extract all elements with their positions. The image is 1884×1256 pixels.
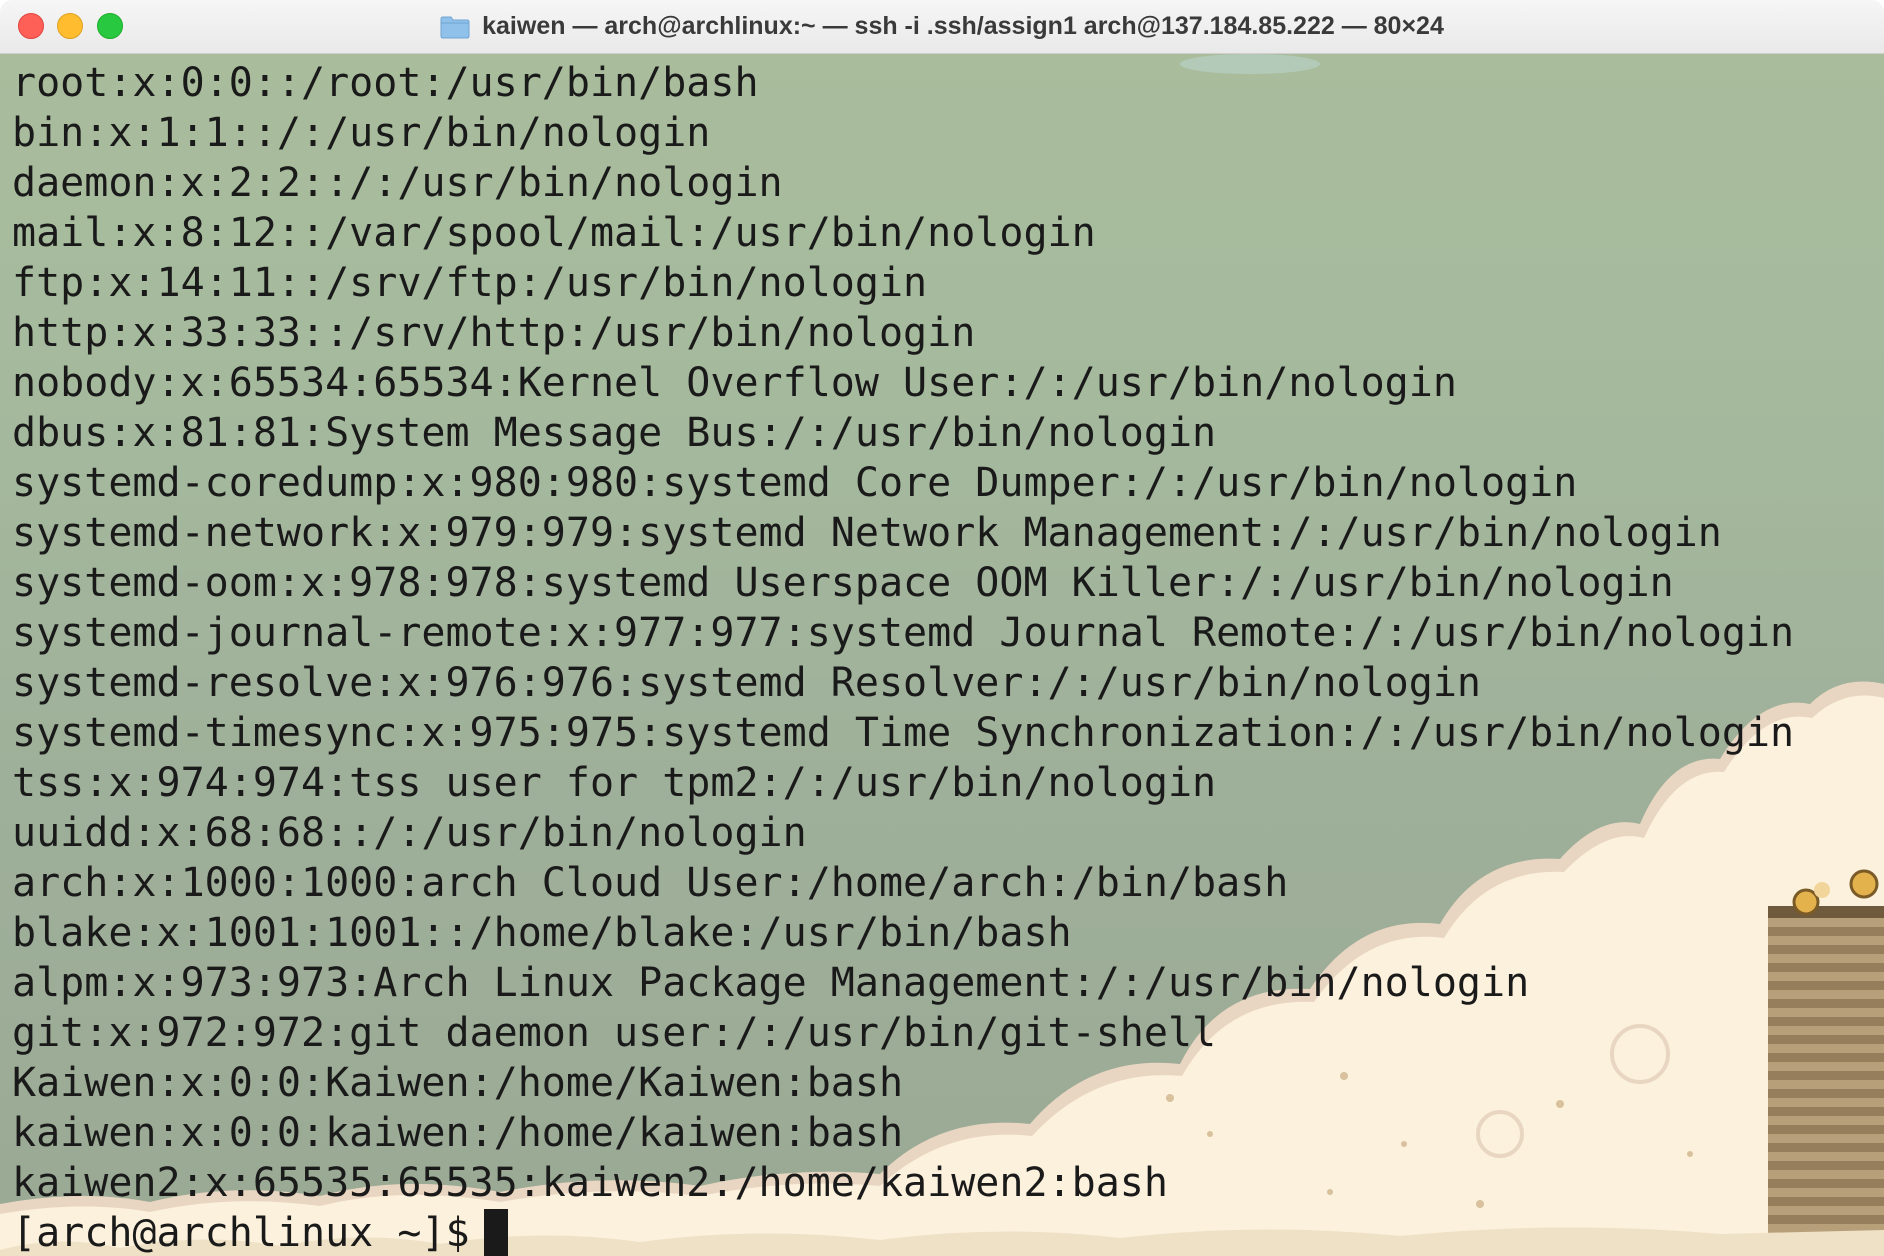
output-line: Kaiwen:x:0:0:Kaiwen:/home/Kaiwen:bash: [12, 1060, 904, 1106]
output-line: kaiwen:x:0:0:kaiwen:/home/kaiwen:bash: [12, 1110, 904, 1156]
output-line: systemd-timesync:x:975:975:systemd Time …: [12, 710, 1795, 756]
prompt-line[interactable]: [arch@archlinux ~]$: [12, 1208, 1794, 1256]
window-title-group: kaiwen — arch@archlinux:~ — ssh -i .ssh/…: [0, 0, 1884, 53]
terminal-content[interactable]: root:x:0:0::/root:/usr/bin/bash bin:x:1:…: [0, 54, 1884, 1256]
output-line: systemd-resolve:x:976:976:systemd Resolv…: [12, 660, 1482, 706]
output-line: systemd-network:x:979:979:systemd Networ…: [12, 510, 1722, 556]
output-line: systemd-journal-remote:x:977:977:systemd…: [12, 610, 1795, 656]
output-line: blake:x:1001:1001::/home/blake:/usr/bin/…: [12, 910, 1072, 956]
output-line: systemd-coredump:x:980:980:systemd Core …: [12, 460, 1578, 506]
terminal-output: root:x:0:0::/root:/usr/bin/bash bin:x:1:…: [12, 58, 1794, 1256]
folder-icon: [440, 15, 470, 39]
output-line: nobody:x:65534:65534:Kernel Overflow Use…: [12, 360, 1457, 406]
output-line: git:x:972:972:git daemon user:/:/usr/bin…: [12, 1010, 1217, 1056]
output-line: root:x:0:0::/root:/usr/bin/bash: [12, 60, 759, 106]
output-line: http:x:33:33::/srv/http:/usr/bin/nologin: [12, 310, 976, 356]
text-cursor[interactable]: [483, 1209, 508, 1256]
output-line: systemd-oom:x:978:978:systemd Userspace …: [12, 560, 1674, 606]
output-line: dbus:x:81:81:System Message Bus:/:/usr/b…: [12, 410, 1217, 456]
output-line: uuidd:x:68:68::/:/usr/bin/nologin: [12, 810, 807, 856]
output-line: arch:x:1000:1000:arch Cloud User:/home/a…: [12, 860, 1289, 906]
terminal-window: kaiwen — arch@archlinux:~ — ssh -i .ssh/…: [0, 0, 1884, 1256]
window-title: kaiwen — arch@archlinux:~ — ssh -i .ssh/…: [482, 12, 1444, 40]
output-line: ftp:x:14:11::/srv/ftp:/usr/bin/nologin: [12, 260, 928, 306]
output-line: daemon:x:2:2::/:/usr/bin/nologin: [12, 160, 783, 206]
title-bar[interactable]: kaiwen — arch@archlinux:~ — ssh -i .ssh/…: [0, 0, 1884, 54]
output-line: bin:x:1:1::/:/usr/bin/nologin: [12, 110, 711, 156]
output-line: kaiwen2:x:65535:65535:kaiwen2:/home/kaiw…: [12, 1160, 1168, 1206]
output-line: alpm:x:973:973:Arch Linux Package Manage…: [12, 960, 1530, 1006]
shell-prompt: [arch@archlinux ~]$: [12, 1210, 470, 1256]
output-line: tss:x:974:974:tss user for tpm2:/:/usr/b…: [12, 760, 1217, 806]
output-line: mail:x:8:12::/var/spool/mail:/usr/bin/no…: [12, 210, 1096, 256]
